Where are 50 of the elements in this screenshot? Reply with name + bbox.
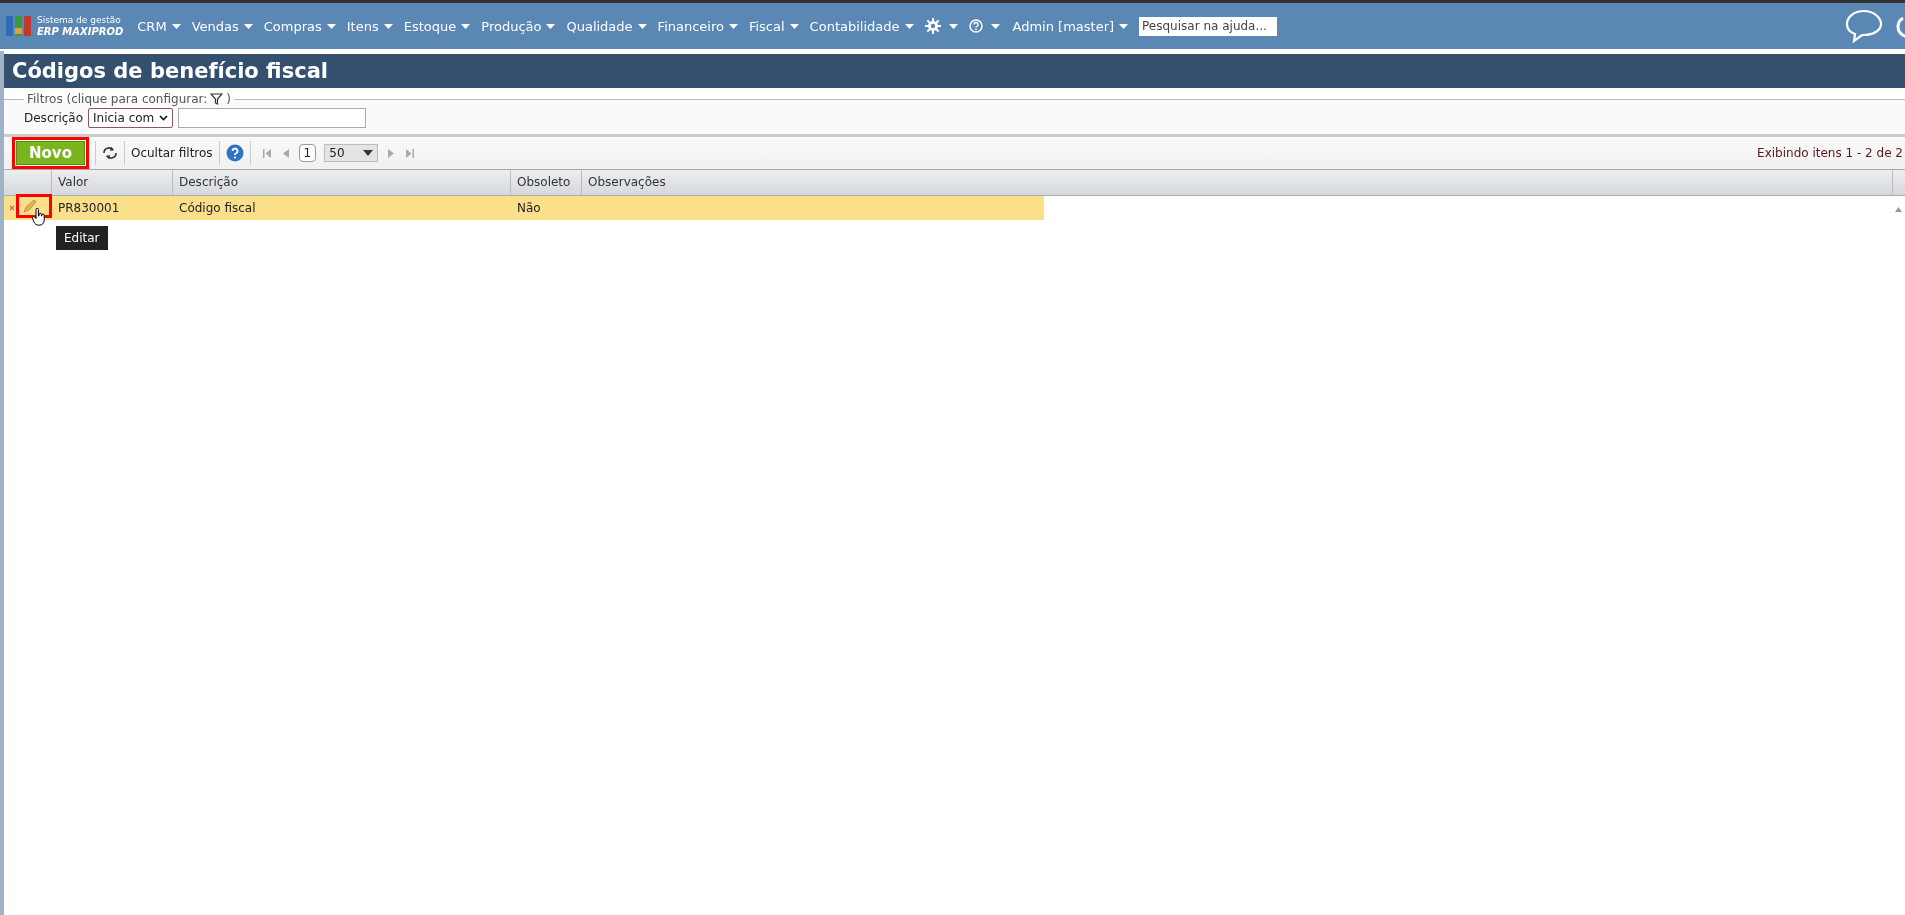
chat-icon[interactable] (1845, 9, 1883, 43)
item-count: Exibindo itens 1 - 2 de 2 (1757, 146, 1903, 160)
hide-filters-button[interactable]: Ocultar filtros (130, 146, 213, 160)
chevron-icon[interactable] (159, 115, 169, 121)
menu-item[interactable]: Contabilidade (809, 18, 900, 34)
menu-item[interactable]: Vendas (191, 18, 239, 34)
help-icon[interactable] (968, 19, 983, 33)
field-label: Descrição (24, 111, 84, 125)
column-header[interactable]: Observações (582, 170, 1893, 195)
last-page-icon[interactable] (405, 148, 414, 158)
menu-item[interactable]: Financeiro (657, 18, 724, 34)
tooltip: Editar (56, 226, 108, 250)
menu-item[interactable]: Qualidade (566, 18, 633, 34)
logo-title: ERP MAXIPROD (37, 26, 124, 37)
page-size-dropdown[interactable]: 50 (324, 144, 378, 162)
menu-item[interactable]: Itens (346, 18, 379, 34)
page-title: Códigos de benefício fiscal (12, 59, 328, 83)
table-row[interactable]: PR830001 Código fiscal Não (4, 196, 1044, 220)
page-number[interactable]: 1 (298, 144, 317, 162)
previous-page-icon[interactable] (282, 148, 289, 158)
caret-icon[interactable] (362, 150, 373, 156)
pencil-icon[interactable] (23, 199, 37, 213)
menu-item[interactable]: Estoque (403, 18, 457, 34)
filter-legend[interactable]: Filtros (clique para configurar: (27, 92, 208, 106)
user-menu[interactable]: Admin [master] (1012, 18, 1115, 34)
table-cell-text: Código fiscal (178, 200, 257, 217)
filter-icon[interactable] (210, 93, 224, 105)
help-icon[interactable] (225, 144, 244, 162)
menu-item[interactable]: Fiscal (748, 18, 785, 34)
search-field[interactable]: Pesquisar na ajuda... (1139, 16, 1278, 36)
pointer-cursor-icon (32, 208, 46, 226)
column-header[interactable]: Obsoleto (511, 170, 582, 195)
column-header[interactable]: Valor (52, 170, 173, 195)
logo-subtitle: Sistema de gestão (37, 15, 122, 26)
filter-legend-end: ) (226, 92, 231, 106)
settings-icon[interactable] (924, 18, 941, 34)
logo-icon (6, 14, 32, 38)
new-button[interactable]: Novo (16, 141, 85, 165)
menu-item[interactable]: CRM (137, 18, 167, 34)
input-field[interactable] (178, 108, 367, 128)
delete-icon[interactable] (10, 205, 14, 211)
next-page-icon[interactable] (387, 148, 394, 158)
menu-item[interactable]: Compras (263, 18, 322, 34)
menu-item[interactable]: Produção (481, 18, 542, 34)
refresh-icon[interactable] (101, 146, 118, 160)
operator-dropdown[interactable]: Inicia com (88, 108, 174, 128)
first-page-icon[interactable] (262, 148, 271, 158)
table-cell-text: PR830001 (57, 200, 121, 217)
table-cell-text: Não (516, 200, 542, 217)
column-header[interactable]: Descrição (173, 170, 511, 195)
